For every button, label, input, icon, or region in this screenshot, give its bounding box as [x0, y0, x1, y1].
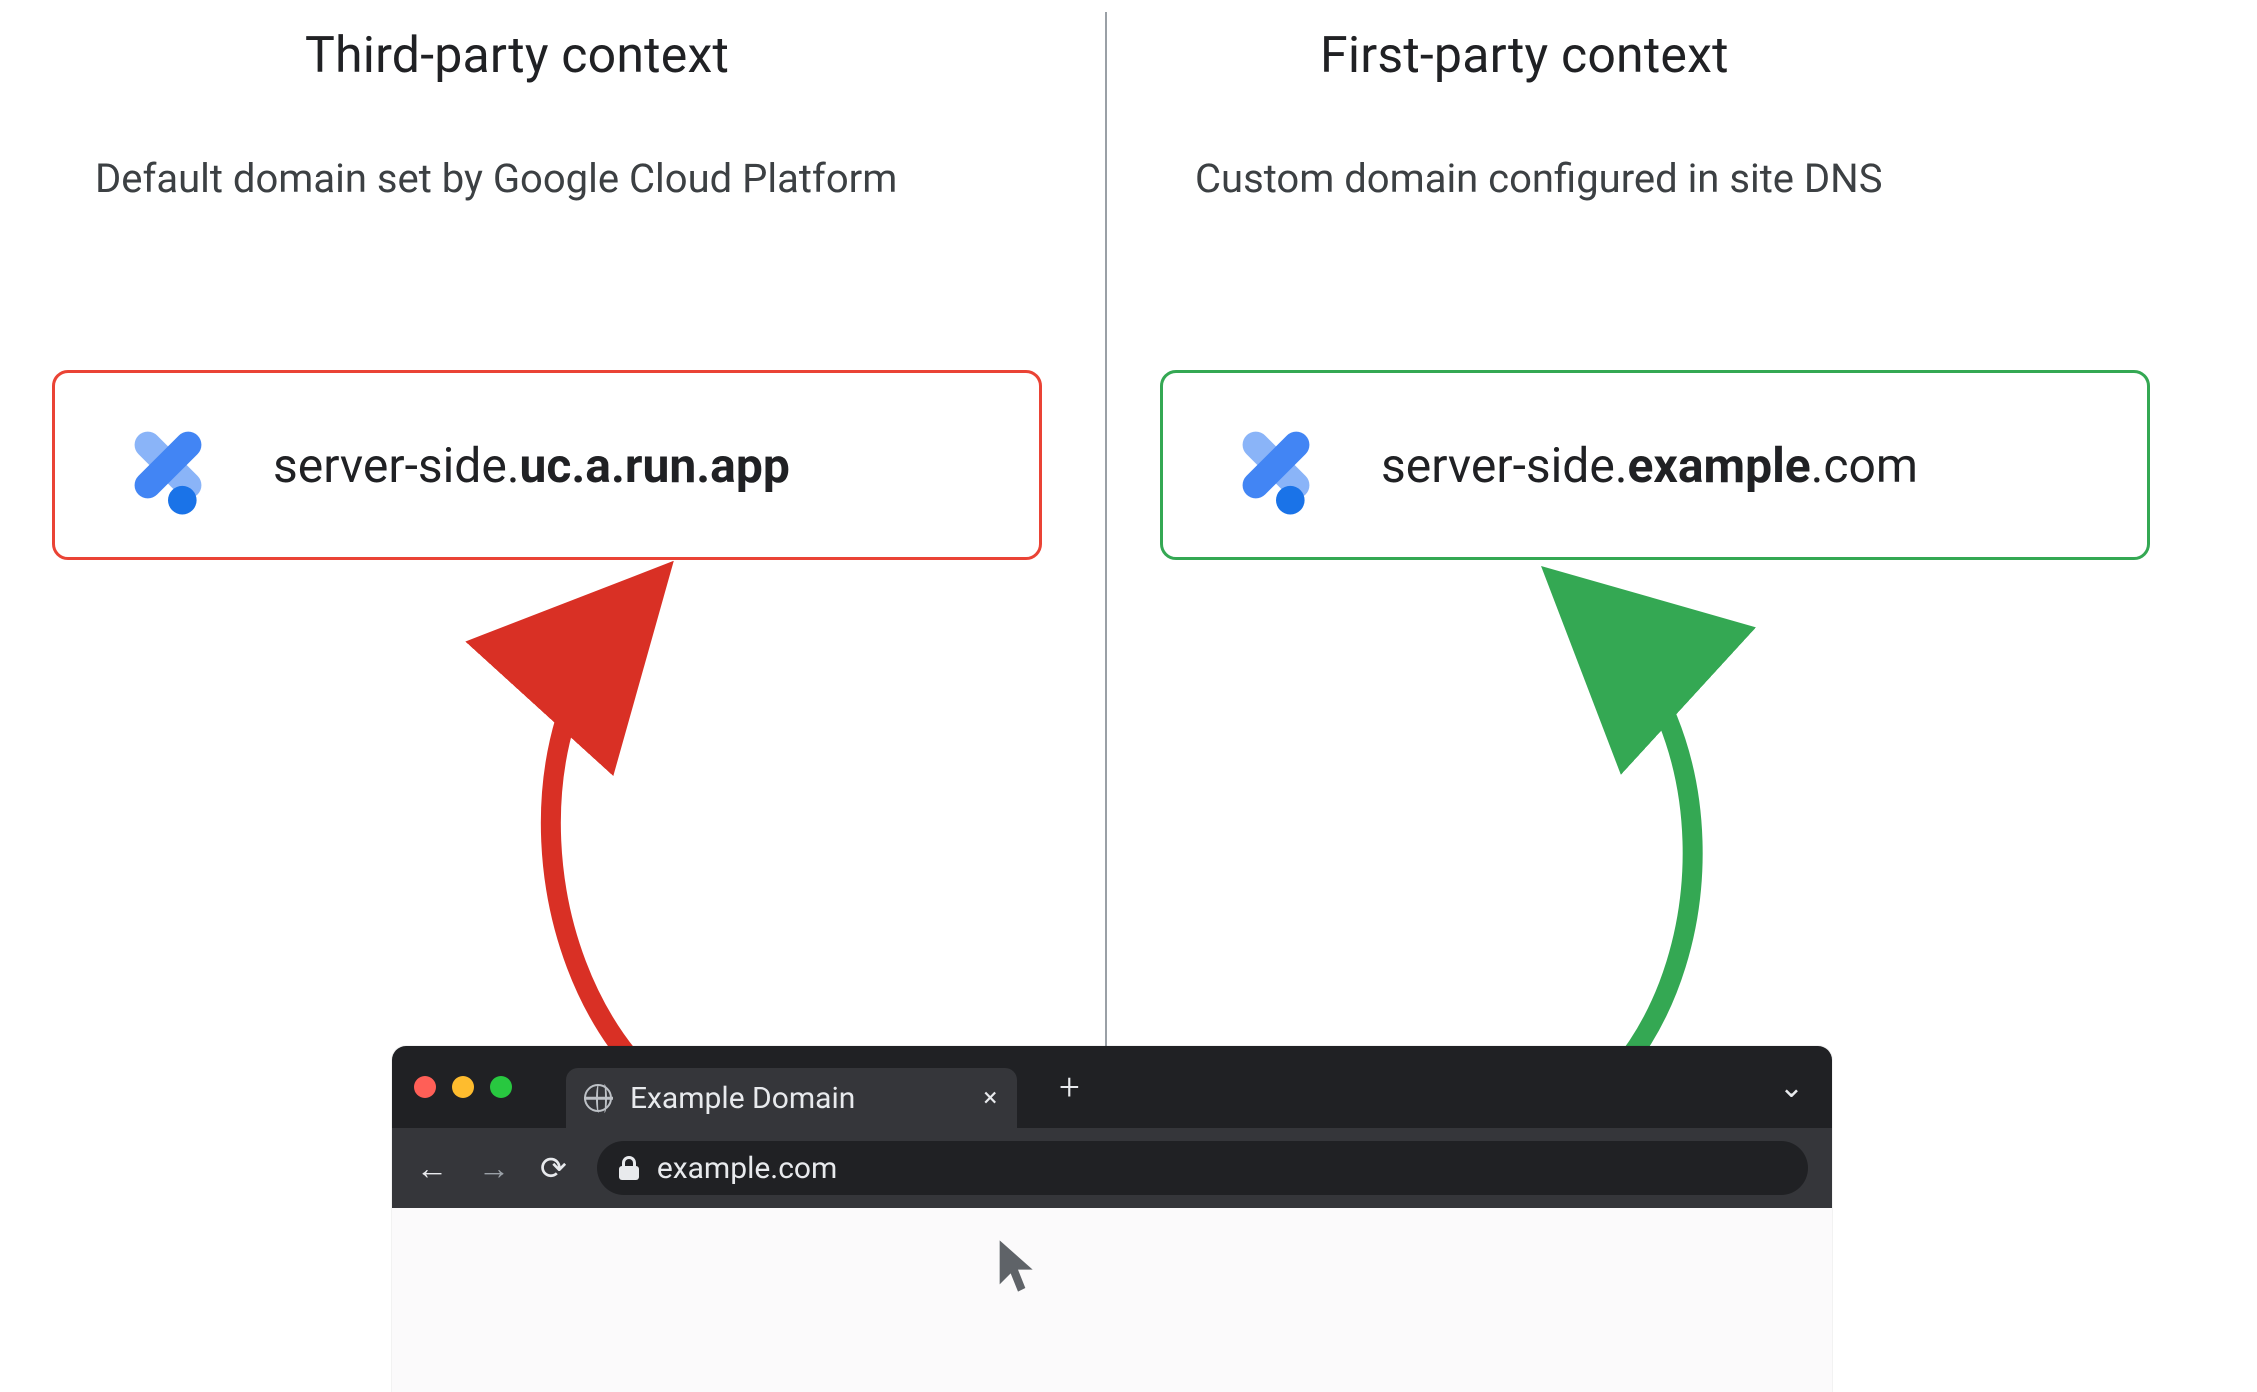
server-url-prefix: server-side. [273, 437, 519, 494]
forward-button[interactable]: → [478, 1149, 510, 1187]
new-tab-button[interactable]: + [1059, 1066, 1079, 1108]
server-url-prefix: server-side. [1381, 437, 1627, 494]
window-close-icon[interactable] [414, 1076, 436, 1098]
diagram-stage: Third-party context Default domain set b… [0, 0, 2257, 1392]
subheading-first-party: Custom domain configured in site DNS [1195, 155, 1882, 202]
google-tag-manager-icon [1221, 410, 1331, 520]
mouse-cursor-icon [996, 1236, 1040, 1296]
server-url-first-party: server-side.example.com [1381, 437, 1918, 494]
globe-icon [584, 1084, 612, 1112]
google-tag-manager-icon [113, 410, 223, 520]
arrow-third-party [551, 620, 640, 1070]
tabs-dropdown-icon[interactable]: ⌄ [1779, 1070, 1804, 1105]
subheading-third-party: Default domain set by Google Cloud Platf… [95, 155, 897, 202]
server-url-bold: uc.a.run.app [519, 437, 789, 494]
server-box-first-party: server-side.example.com [1160, 370, 2150, 560]
browser-window: Example Domain × + ⌄ ← → ⟳ example.com [392, 1046, 1832, 1392]
server-url-bold: example [1627, 437, 1810, 494]
browser-tab[interactable]: Example Domain × [566, 1068, 1017, 1128]
server-url-third-party: server-side.uc.a.run.app [273, 437, 790, 494]
reload-button[interactable]: ⟳ [540, 1149, 567, 1187]
server-url-suffix: .com [1811, 437, 1918, 494]
window-minimize-icon[interactable] [452, 1076, 474, 1098]
lock-icon [619, 1156, 639, 1180]
vertical-divider [1105, 12, 1107, 1060]
address-bar[interactable]: example.com [597, 1141, 1808, 1195]
tab-title: Example Domain [630, 1081, 855, 1116]
browser-toolbar: ← → ⟳ example.com [392, 1128, 1832, 1208]
window-maximize-icon[interactable] [490, 1076, 512, 1098]
heading-first-party: First-party context [1320, 27, 1729, 85]
arrow-first-party [1600, 620, 1693, 1070]
window-controls[interactable] [414, 1076, 512, 1098]
tab-close-icon[interactable]: × [983, 1083, 997, 1113]
browser-tabstrip: Example Domain × + ⌄ [392, 1046, 1832, 1128]
heading-third-party: Third-party context [305, 27, 729, 85]
back-button[interactable]: ← [416, 1149, 448, 1187]
server-box-third-party: server-side.uc.a.run.app [52, 370, 1042, 560]
address-text: example.com [657, 1151, 838, 1186]
browser-viewport [392, 1208, 1832, 1392]
